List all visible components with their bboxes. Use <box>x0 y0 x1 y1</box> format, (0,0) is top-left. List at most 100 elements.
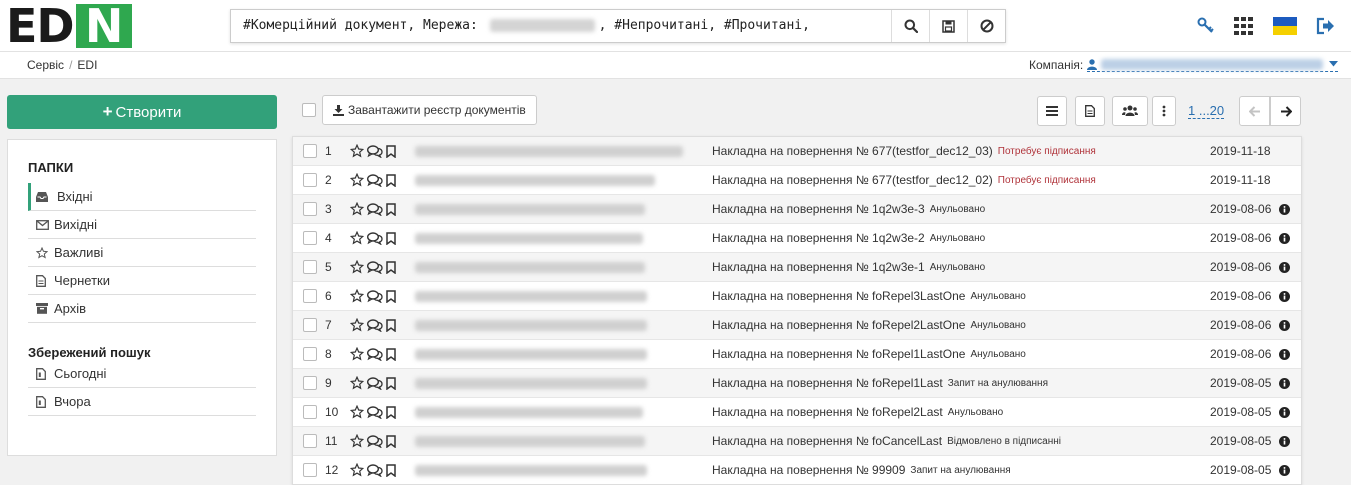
info-icon[interactable] <box>1279 398 1290 426</box>
comments-icon[interactable] <box>367 434 383 448</box>
bookmark-icon[interactable] <box>386 318 396 332</box>
comments-icon[interactable] <box>367 231 383 245</box>
document-title-cell[interactable]: Накладна на повернення № foRepel1LastOne… <box>712 340 1026 368</box>
comments-icon[interactable] <box>367 144 383 158</box>
saved-search-yesterday[interactable]: Вчора <box>28 388 256 416</box>
document-title-cell[interactable]: Накладна на повернення № 1q2w3e-1 Анульов… <box>712 253 985 281</box>
row-checkbox[interactable] <box>303 253 317 281</box>
document-title[interactable]: Накладна на повернення № foRepel3LastOne <box>712 289 965 303</box>
more-options-button[interactable] <box>1152 96 1176 126</box>
row-checkbox[interactable] <box>303 427 317 455</box>
table-row[interactable]: 8 Накладна на повернення № foRepel1LastOn… <box>293 340 1301 369</box>
document-title-cell[interactable]: Накладна на повернення № 677(testfor_dec… <box>712 137 1096 165</box>
star-icon[interactable] <box>350 202 364 216</box>
star-icon[interactable] <box>350 405 364 419</box>
document-title-cell[interactable]: Накладна на повернення № foRepel2Last Ану… <box>712 398 1003 426</box>
row-checkbox[interactable] <box>303 137 317 165</box>
row-checkbox[interactable] <box>303 398 317 426</box>
comments-icon[interactable] <box>367 376 383 390</box>
document-title[interactable]: Накладна на повернення № 677(testfor_dec… <box>712 173 993 187</box>
comments-icon[interactable] <box>367 173 383 187</box>
saved-search-today[interactable]: Сьогодні <box>28 360 256 388</box>
row-checkbox[interactable] <box>303 166 317 194</box>
folder-item-drafts[interactable]: Чернетки <box>28 267 256 295</box>
bookmark-icon[interactable] <box>386 347 396 361</box>
document-title-cell[interactable]: Накладна на повернення № 1q2w3e-3 Анульов… <box>712 195 985 223</box>
row-checkbox[interactable] <box>303 282 317 310</box>
document-title-cell[interactable]: Накладна на повернення № foRepel1Last Зап… <box>712 369 1048 397</box>
info-icon[interactable] <box>1279 282 1290 310</box>
bookmark-icon[interactable] <box>386 463 396 477</box>
table-row[interactable]: 5 Накладна на повернення № 1q2w3e-1 Анульо… <box>293 253 1301 282</box>
row-checkbox[interactable] <box>303 369 317 397</box>
star-icon[interactable] <box>350 463 364 477</box>
bookmark-icon[interactable] <box>386 376 396 390</box>
document-title[interactable]: Накладна на повернення № foCancelLast <box>712 434 942 448</box>
folder-item-outgoing[interactable]: Вихідні <box>28 211 256 239</box>
document-title[interactable]: Накладна на повернення № foRepel2LastOne <box>712 318 965 332</box>
ukraine-flag-icon[interactable] <box>1273 16 1297 36</box>
table-row[interactable]: 7 Накладна на повернення № foRepel2LastOn… <box>293 311 1301 340</box>
bookmark-icon[interactable] <box>386 434 396 448</box>
info-icon[interactable] <box>1279 311 1290 339</box>
folder-item-archive[interactable]: Архів <box>28 295 256 323</box>
breadcrumb-item-edi[interactable]: EDI <box>77 58 97 72</box>
search-input[interactable]: #Комерційний документ, Мережа: , #Непроч… <box>231 10 891 42</box>
company-dropdown[interactable] <box>1087 58 1339 72</box>
row-checkbox[interactable] <box>303 195 317 223</box>
info-icon[interactable] <box>1279 195 1290 223</box>
comments-icon[interactable] <box>367 202 383 216</box>
apps-grid-icon[interactable] <box>1234 16 1254 36</box>
row-checkbox[interactable] <box>303 456 317 484</box>
document-title-cell[interactable]: Накладна на повернення № 99909 Запит на а… <box>712 456 1011 484</box>
bookmark-icon[interactable] <box>386 231 396 245</box>
star-icon[interactable] <box>350 318 364 332</box>
page-range-selector[interactable]: 1 ...20 <box>1188 103 1225 119</box>
create-button[interactable]: + Створити <box>7 95 277 129</box>
document-title[interactable]: Накладна на повернення № 1q2w3e-2 <box>712 231 925 245</box>
table-row[interactable]: 2 Накладна на повернення № 677(testfor_de… <box>293 166 1301 195</box>
document-title[interactable]: Накладна на повернення № 677(testfor_dec… <box>712 144 993 158</box>
table-row[interactable]: 11 Накладна на повернення № foCancelLast В… <box>293 427 1301 456</box>
info-icon[interactable] <box>1279 253 1290 281</box>
list-view-button[interactable] <box>1037 96 1067 126</box>
document-title[interactable]: Накладна на повернення № 1q2w3e-3 <box>712 202 925 216</box>
key-icon[interactable] <box>1197 16 1215 36</box>
star-icon[interactable] <box>350 376 364 390</box>
edin-logo[interactable]: ED N <box>6 3 132 49</box>
star-icon[interactable] <box>350 144 364 158</box>
info-icon[interactable] <box>1279 456 1290 484</box>
row-checkbox[interactable] <box>303 224 317 252</box>
star-icon[interactable] <box>350 173 364 187</box>
star-icon[interactable] <box>350 260 364 274</box>
document-title[interactable]: Накладна на повернення № foRepel2Last <box>712 405 943 419</box>
logout-icon[interactable] <box>1316 16 1336 36</box>
row-checkbox[interactable] <box>303 311 317 339</box>
users-filter-button[interactable] <box>1112 96 1148 126</box>
next-page-button[interactable] <box>1270 96 1301 126</box>
comments-icon[interactable] <box>367 318 383 332</box>
comments-icon[interactable] <box>367 463 383 477</box>
comments-icon[interactable] <box>367 347 383 361</box>
table-row[interactable]: 3 Накладна на повернення № 1q2w3e-3 Анульо… <box>293 195 1301 224</box>
table-row[interactable]: 12 Накладна на повернення № 99909 Запит на… <box>293 456 1301 484</box>
search-bar[interactable]: #Комерційний документ, Мережа: , #Непроч… <box>230 9 1006 43</box>
bookmark-icon[interactable] <box>386 405 396 419</box>
comments-icon[interactable] <box>367 289 383 303</box>
table-row[interactable]: 1 Накладна на повернення № 677(testfor_de… <box>293 137 1301 166</box>
document-view-button[interactable] <box>1075 96 1105 126</box>
document-title[interactable]: Накладна на повернення № 1q2w3e-1 <box>712 260 925 274</box>
breadcrumb-item-service[interactable]: Сервіс <box>27 58 64 72</box>
folder-item-incoming[interactable]: Вхідні <box>28 183 256 211</box>
previous-page-button[interactable] <box>1239 96 1270 126</box>
document-title-cell[interactable]: Накладна на повернення № foRepel3LastOne… <box>712 282 1026 310</box>
bookmark-icon[interactable] <box>386 289 396 303</box>
search-button[interactable] <box>891 10 929 42</box>
document-title[interactable]: Накладна на повернення № 99909 <box>712 463 905 477</box>
comments-icon[interactable] <box>367 405 383 419</box>
table-row[interactable]: 10 Накладна на повернення № foRepel2Last А… <box>293 398 1301 427</box>
upload-register-button[interactable]: Завантажити реєстр документів <box>322 95 537 125</box>
clear-search-button[interactable] <box>967 10 1005 42</box>
table-row[interactable]: 9 Накладна на повернення № foRepel1Last За… <box>293 369 1301 398</box>
bookmark-icon[interactable] <box>386 144 396 158</box>
